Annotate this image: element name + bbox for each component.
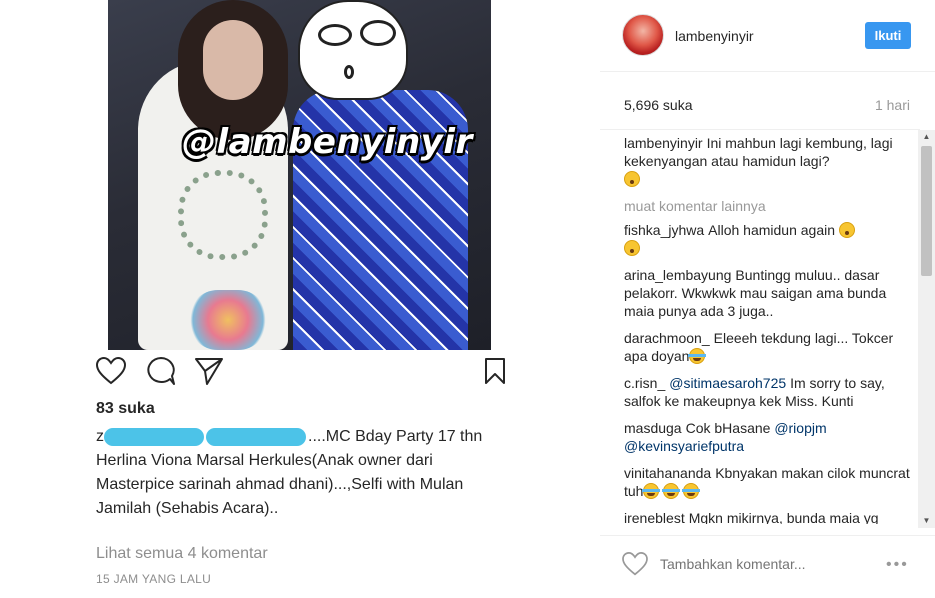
comment-scrollbar[interactable]: ▲ ▼: [918, 130, 935, 528]
comment-list[interactable]: lambenyinyir Ini mahbun lagi kembung, lag…: [624, 134, 914, 524]
comment-icon: [147, 357, 175, 385]
comment-username[interactable]: ireneblest: [624, 510, 685, 524]
comment-username[interactable]: lambenyinyir: [624, 135, 703, 151]
photo-flower-print: [188, 290, 268, 350]
surprised-emoji-icon: [624, 240, 640, 256]
tears-of-joy-emoji-icon: [688, 348, 707, 364]
tears-of-joy-emoji-icon: [642, 483, 661, 499]
post-like-count[interactable]: 83 suka: [96, 400, 155, 418]
comment-mention[interactable]: @kevinsyariefputra: [624, 438, 744, 454]
post-photo[interactable]: @lambenyinyir: [108, 0, 491, 350]
avatar[interactable]: [622, 14, 664, 56]
panel-like-count[interactable]: 5,696 suka: [624, 97, 693, 113]
list-item: lambenyinyir Ini mahbun lagi kembung, lag…: [624, 134, 914, 188]
caption-prefix: z: [96, 428, 104, 445]
bookmark-icon: [485, 358, 505, 384]
photo-woman-face: [203, 20, 263, 100]
load-more-comments-link[interactable]: muat komentar lainnya: [624, 197, 914, 215]
post-actions: [96, 356, 506, 386]
comment-mention[interactable]: @sitimaesaroh725: [669, 375, 786, 391]
post-caption: z ....MC Bday Party 17 thn Herlina Viona …: [96, 425, 506, 521]
scroll-up-arrow-icon[interactable]: ▲: [918, 130, 935, 144]
surprised-emoji-icon: [624, 171, 640, 187]
comment-username[interactable]: c.risn_: [624, 375, 665, 391]
list-item: fishka_jyhwa Alloh hamidun again: [624, 221, 914, 257]
comment-username[interactable]: vinitahananda: [624, 465, 711, 481]
scroll-down-arrow-icon[interactable]: ▼: [918, 514, 935, 528]
comment-username[interactable]: masduga: [624, 420, 682, 436]
tears-of-joy-emoji-icon: [682, 483, 701, 499]
comment-username[interactable]: darachmoon_: [624, 330, 710, 346]
post-side-panel: lambenyinyir Ikuti 5,696 suka 1 hari lam…: [600, 0, 935, 598]
post-timestamp: 15 JAM YANG LALU: [96, 572, 212, 586]
comment-button[interactable]: [146, 356, 176, 386]
scrollbar-thumb[interactable]: [921, 146, 932, 276]
more-options-icon[interactable]: •••: [886, 556, 909, 574]
heart-icon: [96, 357, 126, 385]
meme-face-sticker: [298, 0, 408, 100]
bookmark-button[interactable]: [480, 356, 510, 386]
panel-header: lambenyinyir Ikuti: [600, 0, 935, 72]
heart-icon: [622, 551, 648, 576]
redacted-mention: [206, 427, 306, 446]
panel-post-age: 1 hari: [874, 97, 910, 113]
list-item: arina_lembayung Buntingg muluu.. dasar pe…: [624, 266, 914, 320]
comment-mention[interactable]: @riopjm: [774, 420, 826, 436]
panel-footer: •••: [600, 535, 935, 598]
comment-text: Alloh hamidun again: [708, 222, 836, 238]
comment-username[interactable]: fishka_jyhwa: [624, 222, 704, 238]
add-comment-input[interactable]: [660, 556, 860, 572]
list-item: c.risn_ @sitimaesaroh725 Im sorry to say,…: [624, 374, 914, 410]
list-item: vinitahananda Kbnyakan makan cilok muncra…: [624, 464, 914, 500]
surprised-emoji-icon: [838, 222, 855, 238]
follow-button[interactable]: Ikuti: [865, 22, 911, 49]
meme-face-mouth: [344, 65, 354, 79]
view-all-comments-link[interactable]: Lihat semua 4 komentar: [96, 545, 268, 563]
comment-username[interactable]: arina_lembayung: [624, 267, 731, 283]
photo-watermark: @lambenyinyir: [182, 122, 473, 162]
list-item: masduga Cok bHasane @riopjm @kevinsyarief…: [624, 419, 914, 455]
redacted-mention: [104, 427, 204, 446]
panel-username[interactable]: lambenyinyir: [675, 28, 754, 44]
share-button[interactable]: [194, 356, 224, 386]
list-item: ireneblestMgkn mikirnya, bunda maia yg a…: [624, 509, 914, 524]
share-icon: [195, 358, 223, 385]
panel-like-button[interactable]: [622, 551, 648, 576]
tears-of-joy-emoji-icon: [662, 483, 681, 499]
post-left-column: @lambenyinyir 83 suka z ....MC Bday Party…: [0, 0, 600, 598]
panel-stats: 5,696 suka 1 hari: [600, 72, 920, 130]
comment-text: Cok bHasane: [685, 420, 771, 436]
like-button[interactable]: [96, 356, 126, 386]
photo-dress-print: [178, 170, 268, 260]
list-item: darachmoon_ Eleeeh tekdung lagi... Tokcer…: [624, 329, 914, 365]
